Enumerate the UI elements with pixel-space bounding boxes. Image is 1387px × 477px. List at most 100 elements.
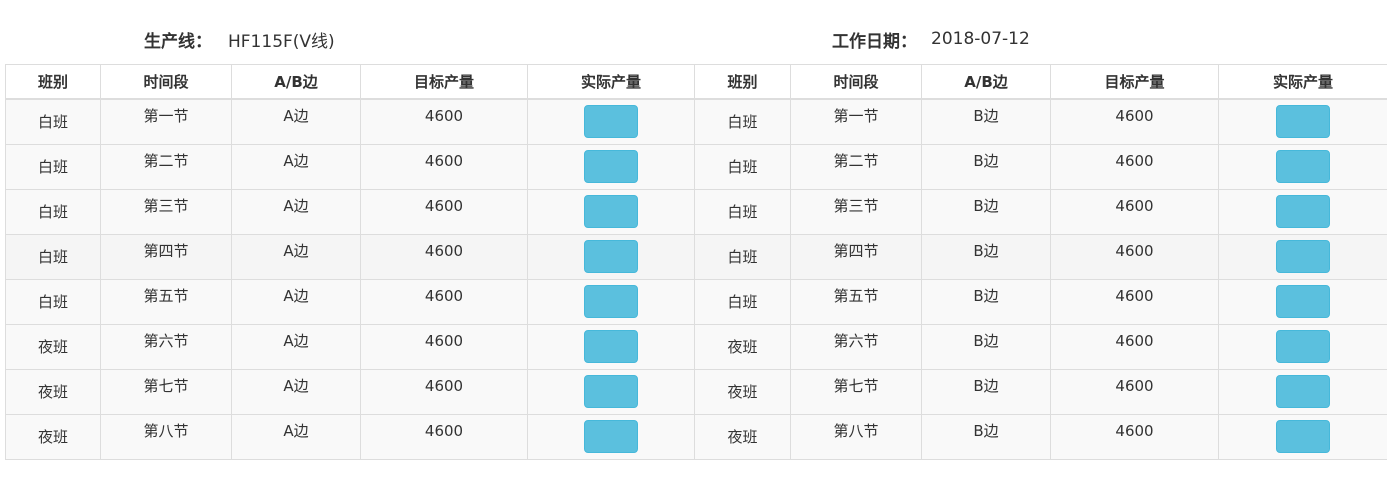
col-header-period-a: 时间段 <box>100 64 232 100</box>
side-cell-text: A边 <box>283 152 309 170</box>
period-cell: 第四节 <box>790 234 922 280</box>
actual-output-button[interactable] <box>1276 285 1330 318</box>
shift-cell: 夜班 <box>5 369 101 415</box>
target-cell-text: 4600 <box>1115 242 1154 260</box>
period-cell: 第一节 <box>790 98 922 145</box>
shift-cell-text: 白班 <box>37 203 68 221</box>
actual-output-button[interactable] <box>584 420 638 453</box>
actual-output-button[interactable] <box>584 240 638 273</box>
actual-cell <box>527 369 695 415</box>
actual-output-button[interactable] <box>1276 330 1330 363</box>
actual-output-button[interactable] <box>584 330 638 363</box>
shift-cell: 白班 <box>5 234 101 280</box>
target-cell: 4600 <box>360 144 528 190</box>
target-cell: 4600 <box>360 234 528 280</box>
side-cell: A边 <box>231 279 361 325</box>
shift-cell-text: 白班 <box>37 293 68 311</box>
side-cell: B边 <box>921 189 1051 235</box>
period-cell: 第六节 <box>100 324 232 370</box>
side-cell: B边 <box>921 369 1051 415</box>
target-cell: 4600 <box>1050 98 1219 145</box>
actual-output-button[interactable] <box>1276 420 1330 453</box>
shift-cell: 白班 <box>694 144 791 190</box>
actual-output-button[interactable] <box>1276 150 1330 183</box>
shift-cell: 夜班 <box>694 369 791 415</box>
target-cell: 4600 <box>1050 414 1219 460</box>
target-cell-text: 4600 <box>424 332 464 350</box>
side-cell: A边 <box>231 369 361 415</box>
col-header-target-b: 目标产量 <box>1050 64 1219 100</box>
shift-cell: 夜班 <box>694 324 791 370</box>
actual-output-button[interactable] <box>584 375 638 408</box>
period-cell-text: 第七节 <box>833 377 879 395</box>
target-cell: 4600 <box>1050 279 1219 325</box>
period-cell: 第六节 <box>790 324 922 370</box>
target-cell-text: 4600 <box>1115 377 1154 395</box>
actual-output-button[interactable] <box>1276 195 1330 228</box>
production-line-value: HF115F(V线) <box>228 31 335 52</box>
side-cell-text: A边 <box>283 287 309 305</box>
period-cell: 第二节 <box>100 144 232 190</box>
actual-output-button[interactable] <box>584 105 638 138</box>
side-cell: A边 <box>231 189 361 235</box>
shift-cell: 白班 <box>694 234 791 280</box>
period-cell: 第一节 <box>100 98 232 145</box>
shift-cell: 白班 <box>694 98 791 145</box>
actual-output-button[interactable] <box>1276 240 1330 273</box>
col-header-target-a: 目标产量 <box>360 64 528 100</box>
actual-output-button[interactable] <box>1276 375 1330 408</box>
period-cell-text: 第四节 <box>833 242 879 260</box>
work-date-info: 工作日期： 2018-07-12 <box>832 27 1030 52</box>
shift-cell: 夜班 <box>5 324 101 370</box>
actual-output-button[interactable] <box>584 150 638 183</box>
work-date-value: 2018-07-12 <box>931 29 1030 49</box>
table-row: 白班 第三节 A边 4600 白班 第三节 B边 4600 <box>5 189 1387 235</box>
col-header-side-a: A/B边 <box>231 64 361 100</box>
table-header-row: 班别 时间段 A/B边 目标产量 实际产量 班别 时间段 A/B边 目标产量 实… <box>5 64 1387 100</box>
col-header-period-b: 时间段 <box>790 64 922 100</box>
target-cell: 4600 <box>1050 234 1219 280</box>
target-cell: 4600 <box>1050 189 1219 235</box>
actual-output-button[interactable] <box>584 285 638 318</box>
side-cell: A边 <box>231 414 361 460</box>
period-cell: 第三节 <box>100 189 232 235</box>
table-row: 白班 第二节 A边 4600 白班 第二节 B边 4600 <box>5 144 1387 190</box>
side-cell-text: B边 <box>973 377 999 395</box>
side-cell: B边 <box>921 98 1051 145</box>
period-cell: 第七节 <box>100 369 232 415</box>
shift-cell: 白班 <box>5 144 101 190</box>
target-cell-text: 4600 <box>424 152 464 170</box>
actual-cell <box>1218 414 1387 460</box>
target-cell-text: 4600 <box>1115 152 1154 170</box>
shift-cell-text: 白班 <box>727 293 758 311</box>
target-cell-text: 4600 <box>424 422 464 440</box>
shift-cell-text: 白班 <box>727 158 758 176</box>
col-header-shift-a: 班别 <box>5 64 101 100</box>
target-cell-text: 4600 <box>1115 287 1154 305</box>
period-cell: 第二节 <box>790 144 922 190</box>
production-line-info: 生产线： HF115F(V线) <box>144 27 335 52</box>
period-cell-text: 第五节 <box>143 287 189 305</box>
actual-cell <box>1218 324 1387 370</box>
period-cell-text: 第二节 <box>833 152 879 170</box>
shift-cell-text: 夜班 <box>37 383 68 401</box>
table-row: 夜班 第六节 A边 4600 夜班 第六节 B边 4600 <box>5 324 1387 370</box>
shift-cell-text: 白班 <box>37 113 68 131</box>
table-row: 夜班 第七节 A边 4600 夜班 第七节 B边 4600 <box>5 369 1387 415</box>
period-cell-text: 第三节 <box>833 197 879 215</box>
shift-cell: 白班 <box>5 98 101 145</box>
actual-cell <box>1218 98 1387 145</box>
actual-output-button[interactable] <box>584 195 638 228</box>
actual-output-button[interactable] <box>1276 105 1330 138</box>
work-date-label: 工作日期： <box>832 31 917 52</box>
shift-cell-text: 夜班 <box>37 428 68 446</box>
shift-cell: 白班 <box>694 189 791 235</box>
col-header-actual-b: 实际产量 <box>1218 64 1387 100</box>
production-line-label: 生产线： <box>144 31 212 52</box>
target-cell: 4600 <box>1050 369 1219 415</box>
shift-cell-text: 夜班 <box>727 338 758 356</box>
period-cell-text: 第八节 <box>833 422 879 440</box>
side-cell: B边 <box>921 279 1051 325</box>
side-cell-text: B边 <box>973 107 999 125</box>
side-cell: B边 <box>921 414 1051 460</box>
